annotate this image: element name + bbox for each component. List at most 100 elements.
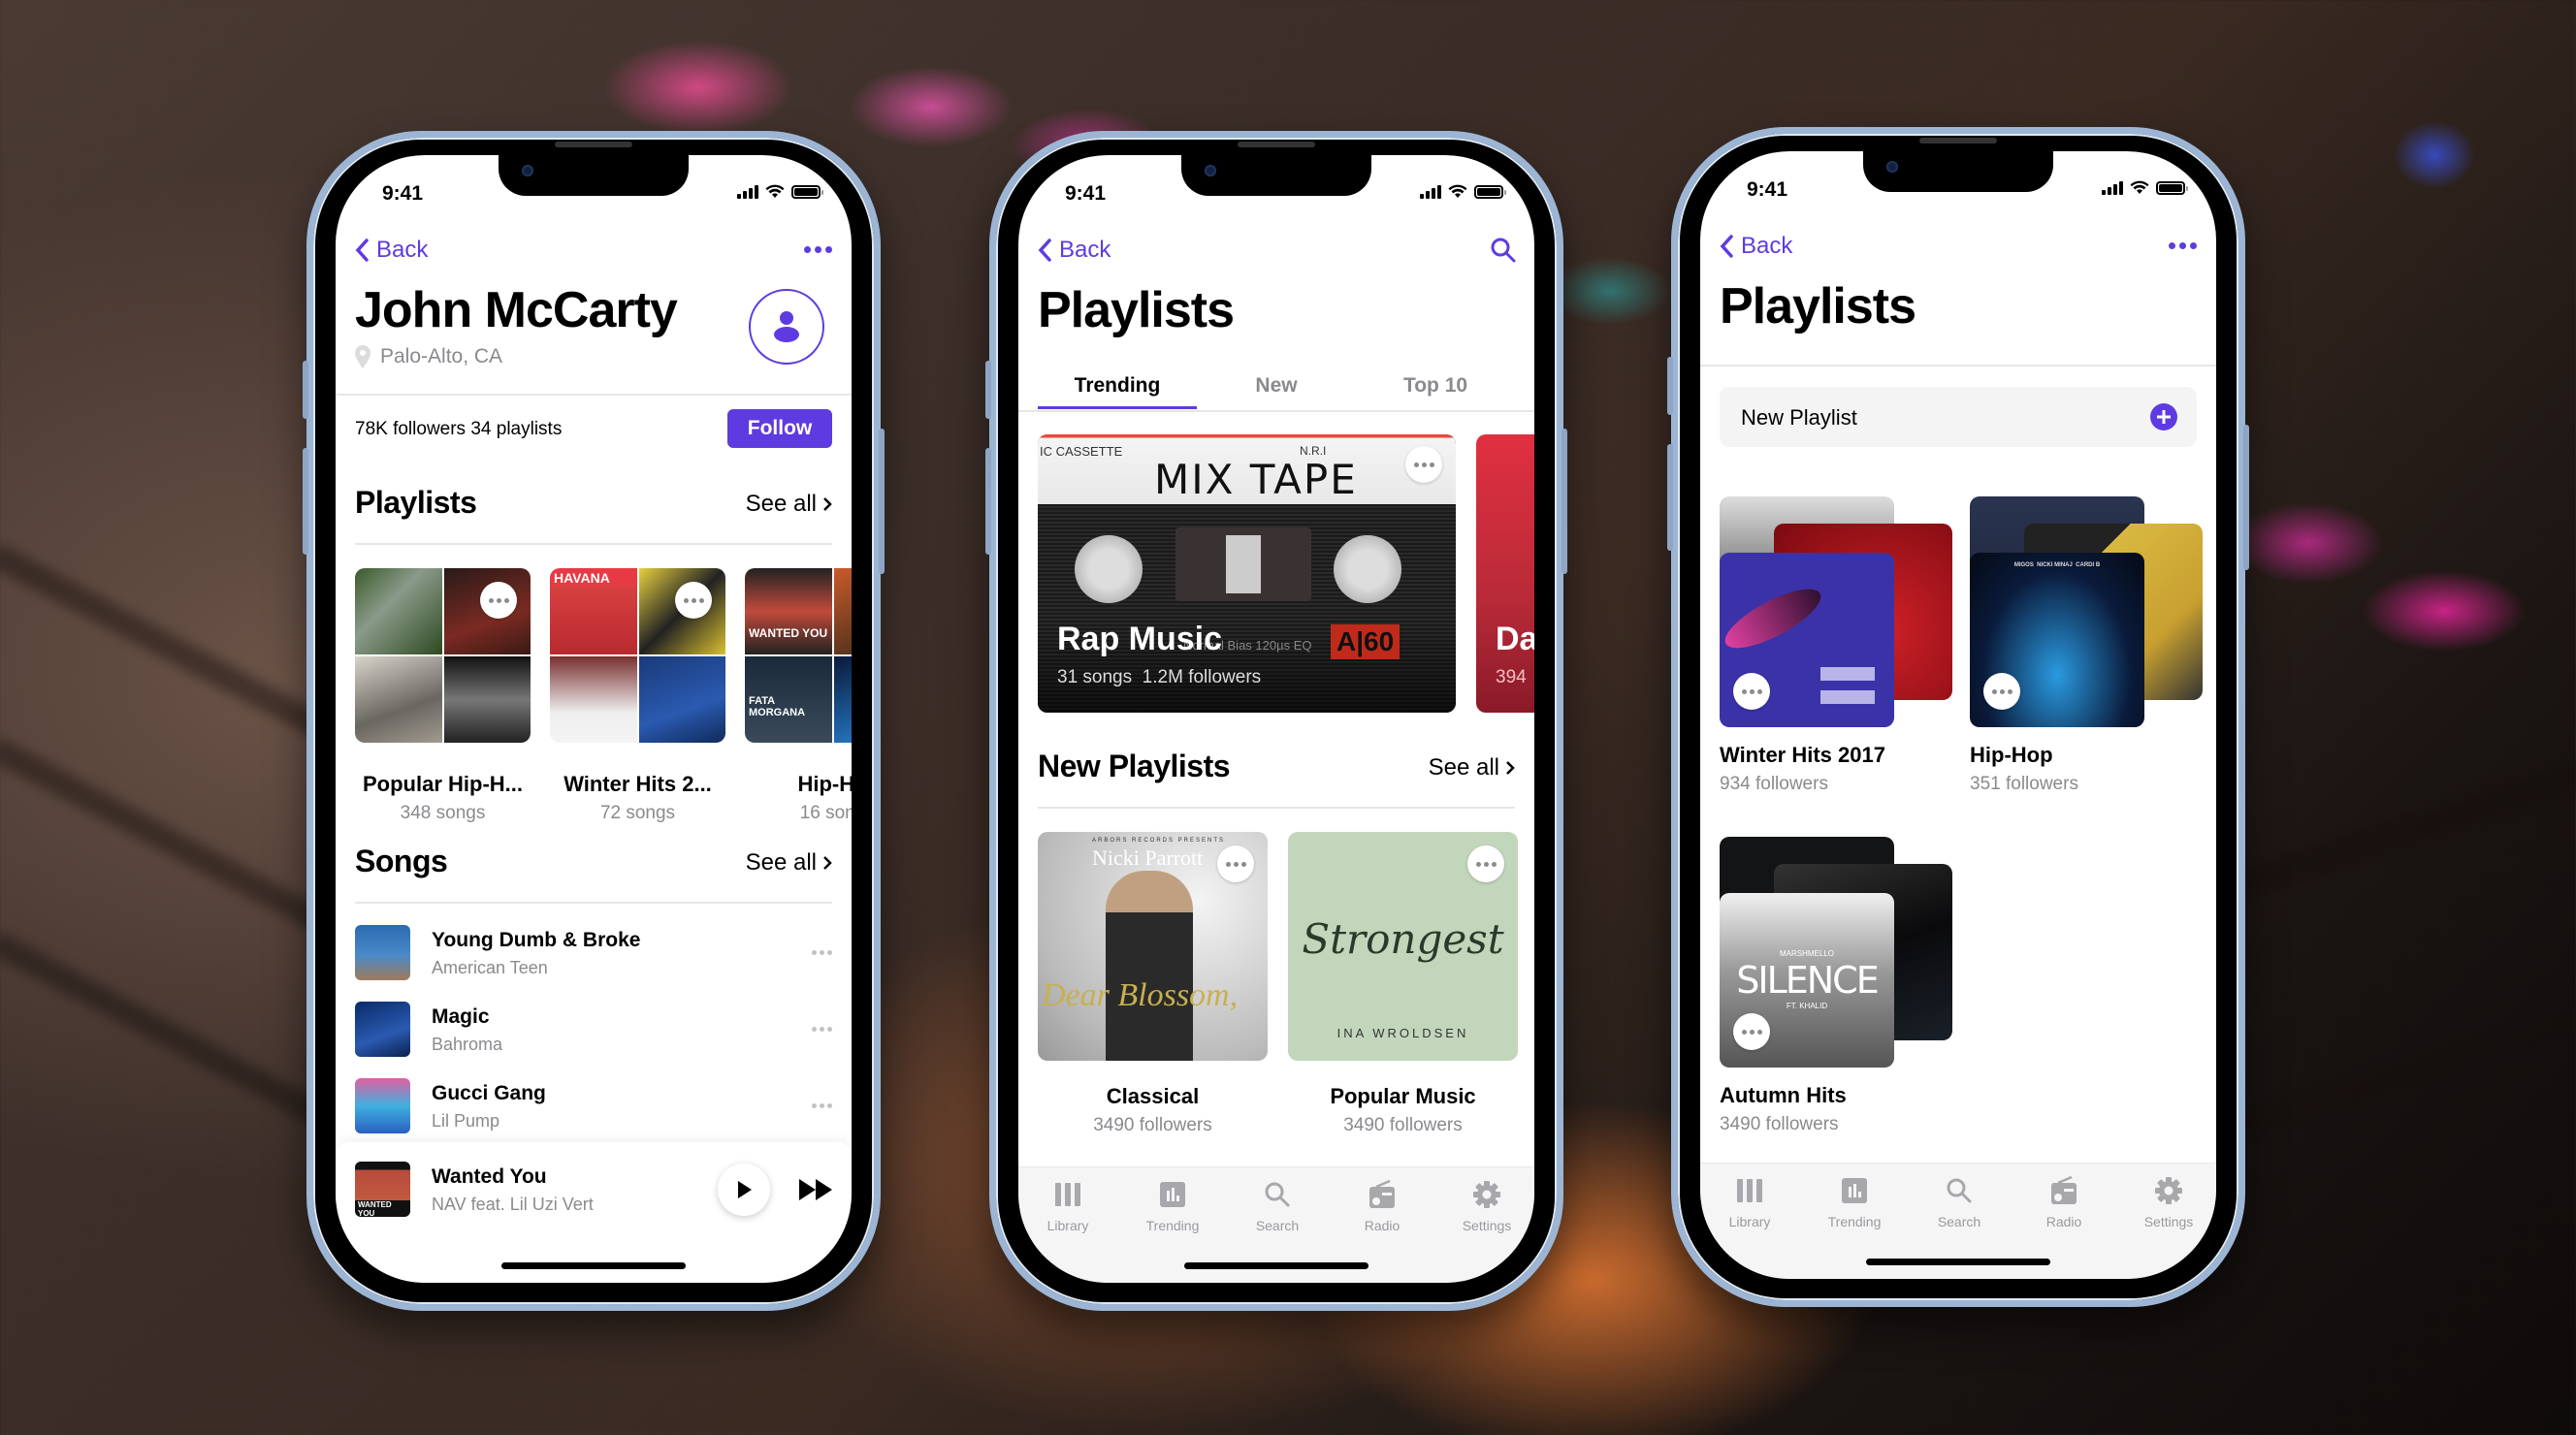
divider: [355, 902, 832, 904]
speaker: [1238, 142, 1315, 147]
back-button[interactable]: Back: [1720, 233, 1792, 260]
new-playlists-heading: New Playlists: [1038, 749, 1231, 783]
playlist-title: Autumn Hits: [1720, 1083, 1847, 1107]
playlists-see-all[interactable]: See all: [746, 491, 832, 518]
playlist-title: Popular Music: [1330, 1084, 1476, 1108]
playlist-options-button[interactable]: [675, 582, 712, 619]
playlist-card[interactable]: HAVANA Winter Hits 2... 72 songs: [550, 568, 725, 824]
playlist-card[interactable]: Strongest INA WROLDSEN Popular Music 349…: [1288, 832, 1518, 1136]
tab-radio[interactable]: Radio: [1338, 1177, 1426, 1233]
next-button[interactable]: [799, 1179, 832, 1205]
phone-profile: 9:41 Back John McCarty Palo-Alto, CA 78K…: [303, 131, 885, 1311]
more-options-button[interactable]: [804, 246, 832, 253]
playlist-card[interactable]: MARSHMELLO SILENCE FT. KHALID Autumn Hit…: [1720, 837, 1952, 1157]
search-icon: [1265, 1182, 1290, 1207]
settings-icon: [2155, 1177, 2182, 1204]
speaker: [1919, 138, 1997, 144]
side-button: [1562, 429, 1567, 574]
camera: [1886, 161, 1898, 173]
playlist-title: Popular Hip-H...: [363, 772, 523, 796]
tab-library[interactable]: Library: [1706, 1173, 1793, 1229]
playlist-subtitle: 16 song: [799, 803, 852, 823]
follow-button[interactable]: Follow: [727, 409, 832, 448]
status-time: 9:41: [382, 182, 424, 205]
tab-settings[interactable]: Settings: [2125, 1173, 2212, 1229]
cover-text: Nicki Parrott: [1092, 845, 1204, 870]
cover-text: Strongest: [1302, 915, 1504, 963]
song-cover: [355, 1002, 410, 1057]
cover-text: MARSHMELLO: [1779, 949, 1834, 958]
now-playing-title: Wanted You: [432, 1165, 547, 1188]
back-button[interactable]: Back: [355, 237, 428, 264]
playlist-options-button[interactable]: [1733, 673, 1770, 710]
more-options-button[interactable]: [2169, 242, 2197, 249]
divider: [1700, 365, 2216, 367]
new-playlist-button[interactable]: New Playlist: [1720, 387, 2197, 447]
cover-text: ARBORS RECORDS PRESENTS: [1092, 838, 1226, 844]
playlist-card[interactable]: Popular Hip-H... 348 songs: [355, 568, 531, 824]
play-button[interactable]: [718, 1164, 770, 1216]
side-button: [985, 361, 991, 419]
chevron-right-icon: [823, 497, 832, 511]
song-row[interactable]: Young Dumb & Broke American Teen: [355, 925, 832, 983]
tab-label: Settings: [1462, 1218, 1512, 1233]
tab-trending[interactable]: Trending: [1038, 374, 1197, 398]
side-button: [303, 361, 308, 419]
playlist-title: Winter Hits 2...: [564, 772, 712, 796]
featured-playlist-card[interactable]: IC CASSETTE N.R.I MIX TAPE Normal Bias 1…: [1038, 434, 1456, 713]
playlist-options-button[interactable]: [1467, 845, 1504, 882]
song-row[interactable]: Magic Bahroma: [355, 1002, 832, 1060]
cover-text: IC CASSETTE: [1040, 444, 1123, 459]
back-button[interactable]: Back: [1038, 237, 1111, 264]
songs-see-all[interactable]: See all: [746, 849, 832, 877]
now-playing-cover: WANTED YOU: [355, 1162, 410, 1217]
wifi-icon: [2130, 180, 2149, 194]
tab-top-10[interactable]: Top 10: [1356, 374, 1515, 398]
see-all-label: See all: [1428, 754, 1499, 781]
song-options-button[interactable]: [812, 1103, 832, 1108]
wifi-icon: [765, 184, 785, 198]
signal-icon: [1420, 184, 1441, 199]
playlist-options-button[interactable]: [1983, 673, 2020, 710]
tab-library[interactable]: Library: [1024, 1177, 1111, 1233]
profile-stats: 78K followers 34 playlists: [355, 419, 563, 439]
song-options-button[interactable]: [812, 1027, 832, 1032]
tab-trending[interactable]: Trending: [1129, 1177, 1216, 1233]
playlist-options-button[interactable]: [1217, 845, 1254, 882]
trending-icon: [1160, 1182, 1185, 1207]
tab-new[interactable]: New: [1197, 374, 1356, 398]
divider: [1018, 410, 1534, 412]
featured-options-button[interactable]: [1405, 446, 1442, 483]
background-decoration: [2231, 752, 2576, 901]
new-playlists-see-all[interactable]: See all: [1429, 754, 1515, 781]
playlist-cover: [355, 568, 531, 743]
new-playlist-label: New Playlist: [1741, 405, 1857, 430]
battery-icon: [1474, 184, 1506, 199]
playlist-card[interactable]: ARBORS RECORDS PRESENTS Nicki Parrott De…: [1038, 832, 1268, 1136]
playlist-subtitle: 3490 followers: [1343, 1115, 1463, 1135]
tab-label: Radio: [1364, 1218, 1401, 1233]
avatar[interactable]: [749, 289, 824, 365]
tab-search[interactable]: Search: [1916, 1173, 2003, 1229]
divider: [355, 543, 832, 545]
search-icon: [1491, 238, 1516, 263]
playlist-card[interactable]: WANTED YOU FATA MORGANA Hip-Ho 16 song: [745, 568, 852, 824]
playlist-options-button[interactable]: [1733, 1013, 1770, 1050]
search-icon: [1947, 1178, 1972, 1203]
home-indicator: [501, 1262, 686, 1269]
featured-playlist-card[interactable]: Da 394: [1476, 434, 1534, 713]
song-options-button[interactable]: [812, 950, 832, 955]
user-icon: [774, 311, 799, 342]
song-row[interactable]: Gucci Gang Lil Pump: [355, 1078, 832, 1136]
tab-settings[interactable]: Settings: [1443, 1177, 1530, 1233]
tab-radio[interactable]: Radio: [2020, 1173, 2108, 1229]
playlist-card[interactable]: MIGOS NICKI MINAJ CARDI B Hip-Hop 351 fo…: [1970, 496, 2203, 816]
side-button: [2243, 425, 2249, 570]
chevron-right-icon: [823, 856, 832, 870]
tab-trending[interactable]: Trending: [1811, 1173, 1898, 1229]
playlist-options-button[interactable]: [480, 582, 517, 619]
playlist-card[interactable]: Winter Hits 2017 934 followers: [1720, 496, 1952, 816]
search-button[interactable]: [1490, 237, 1517, 269]
tab-search[interactable]: Search: [1234, 1177, 1321, 1233]
now-playing-artist: NAV feat. Lil Uzi Vert: [432, 1195, 594, 1214]
